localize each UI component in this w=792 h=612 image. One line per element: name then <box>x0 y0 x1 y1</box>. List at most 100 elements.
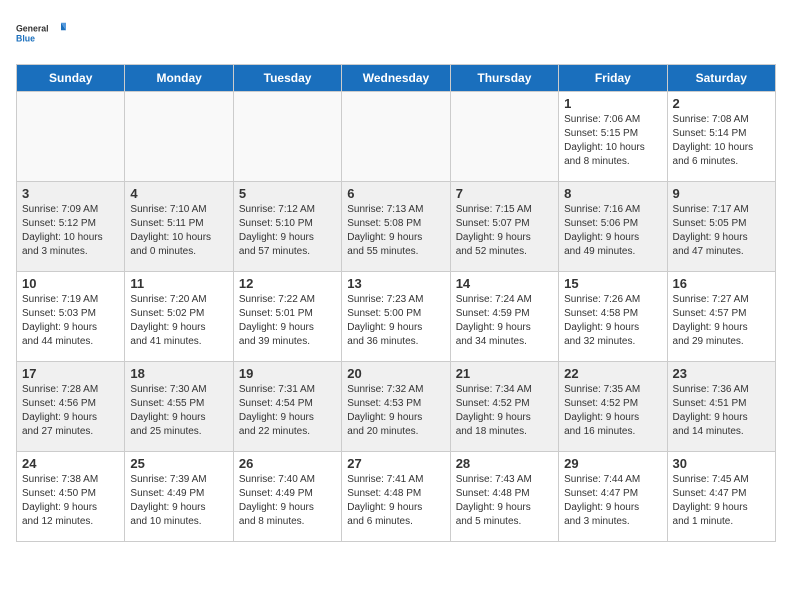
weekday-header-wednesday: Wednesday <box>342 65 450 92</box>
day-number: 8 <box>564 186 661 201</box>
day-number: 9 <box>673 186 770 201</box>
calendar-cell: 1 Sunrise: 7:06 AM Sunset: 5:15 PM Daylig… <box>559 92 667 182</box>
calendar-cell: 5Sunrise: 7:12 AM Sunset: 5:10 PM Daylig… <box>233 182 341 272</box>
day-info: Sunrise: 7:44 AM Sunset: 4:47 PM Dayligh… <box>564 473 661 529</box>
calendar-cell: 14Sunrise: 7:24 AM Sunset: 4:59 PM Dayli… <box>450 272 558 362</box>
day-number: 3 <box>22 186 119 201</box>
calendar-cell: 24 Sunrise: 7:38 AM Sunset: 4:50 PM Dayli… <box>17 452 125 542</box>
day-info: Sunrise: 7:36 AM Sunset: 4:51 PM Dayligh… <box>673 383 770 439</box>
weekday-header-row: SundayMondayTuesdayWednesdayThursdayFrid… <box>17 65 776 92</box>
day-info: Sunrise: 7:41 AM Sunset: 4:48 PM Dayligh… <box>347 473 444 529</box>
calendar-cell: 11 Sunrise: 7:20 AM Sunset: 5:02 PM Dayli… <box>125 272 233 362</box>
logo: General Blue <box>16 16 66 52</box>
day-number: 18 <box>130 366 227 381</box>
calendar-cell: 19Sunrise: 7:31 AM Sunset: 4:54 PM Dayli… <box>233 362 341 452</box>
day-number: 4 <box>130 186 227 201</box>
week-row-4: 24 Sunrise: 7:38 AM Sunset: 4:50 PM Dayli… <box>17 452 776 542</box>
calendar-cell: 25 Sunrise: 7:39 AM Sunset: 4:49 PM Dayli… <box>125 452 233 542</box>
day-info: Sunrise: 7:32 AM Sunset: 4:53 PM Dayligh… <box>347 383 444 439</box>
day-number: 23 <box>673 366 770 381</box>
day-info: Sunrise: 7:26 AM Sunset: 4:58 PM Dayligh… <box>564 293 661 349</box>
calendar-cell: 9Sunrise: 7:17 AM Sunset: 5:05 PM Daylig… <box>667 182 775 272</box>
day-number: 22 <box>564 366 661 381</box>
calendar-cell: 29 Sunrise: 7:44 AM Sunset: 4:47 PM Dayli… <box>559 452 667 542</box>
day-info: Sunrise: 7:35 AM Sunset: 4:52 PM Dayligh… <box>564 383 661 439</box>
calendar-cell: 20 Sunrise: 7:32 AM Sunset: 4:53 PM Dayli… <box>342 362 450 452</box>
svg-text:General: General <box>16 24 49 34</box>
day-number: 25 <box>130 456 227 471</box>
calendar-cell: 23 Sunrise: 7:36 AM Sunset: 4:51 PM Dayli… <box>667 362 775 452</box>
day-info: Sunrise: 7:45 AM Sunset: 4:47 PM Dayligh… <box>673 473 770 529</box>
calendar-cell: 30 Sunrise: 7:45 AM Sunset: 4:47 PM Dayli… <box>667 452 775 542</box>
day-number: 14 <box>456 276 553 291</box>
calendar-table: SundayMondayTuesdayWednesdayThursdayFrid… <box>16 64 776 542</box>
calendar-cell <box>450 92 558 182</box>
day-info: Sunrise: 7:15 AM Sunset: 5:07 PM Dayligh… <box>456 203 553 259</box>
day-number: 1 <box>564 96 661 111</box>
day-info: Sunrise: 7:28 AM Sunset: 4:56 PM Dayligh… <box>22 383 119 439</box>
calendar-cell <box>342 92 450 182</box>
day-number: 29 <box>564 456 661 471</box>
week-row-3: 17 Sunrise: 7:28 AM Sunset: 4:56 PM Dayli… <box>17 362 776 452</box>
week-row-1: 3 Sunrise: 7:09 AM Sunset: 5:12 PM Daylig… <box>17 182 776 272</box>
calendar-cell: 15 Sunrise: 7:26 AM Sunset: 4:58 PM Dayli… <box>559 272 667 362</box>
calendar-cell: 4Sunrise: 7:10 AM Sunset: 5:11 PM Daylig… <box>125 182 233 272</box>
day-info: Sunrise: 7:19 AM Sunset: 5:03 PM Dayligh… <box>22 293 119 349</box>
weekday-header-thursday: Thursday <box>450 65 558 92</box>
day-info: Sunrise: 7:12 AM Sunset: 5:10 PM Dayligh… <box>239 203 336 259</box>
day-info: Sunrise: 7:09 AM Sunset: 5:12 PM Dayligh… <box>22 203 119 259</box>
day-info: Sunrise: 7:23 AM Sunset: 5:00 PM Dayligh… <box>347 293 444 349</box>
day-info: Sunrise: 7:34 AM Sunset: 4:52 PM Dayligh… <box>456 383 553 439</box>
weekday-header-monday: Monday <box>125 65 233 92</box>
calendar-cell: 22 Sunrise: 7:35 AM Sunset: 4:52 PM Dayli… <box>559 362 667 452</box>
calendar-cell: 28 Sunrise: 7:43 AM Sunset: 4:48 PM Dayli… <box>450 452 558 542</box>
day-number: 2 <box>673 96 770 111</box>
day-info: Sunrise: 7:43 AM Sunset: 4:48 PM Dayligh… <box>456 473 553 529</box>
day-info: Sunrise: 7:20 AM Sunset: 5:02 PM Dayligh… <box>130 293 227 349</box>
day-info: Sunrise: 7:22 AM Sunset: 5:01 PM Dayligh… <box>239 293 336 349</box>
logo-svg: General Blue <box>16 16 66 52</box>
calendar-cell: 26 Sunrise: 7:40 AM Sunset: 4:49 PM Dayli… <box>233 452 341 542</box>
day-number: 20 <box>347 366 444 381</box>
calendar-cell: 2 Sunrise: 7:08 AM Sunset: 5:14 PM Daylig… <box>667 92 775 182</box>
calendar-cell: 7 Sunrise: 7:15 AM Sunset: 5:07 PM Daylig… <box>450 182 558 272</box>
day-number: 30 <box>673 456 770 471</box>
day-number: 26 <box>239 456 336 471</box>
weekday-header-saturday: Saturday <box>667 65 775 92</box>
day-info: Sunrise: 7:39 AM Sunset: 4:49 PM Dayligh… <box>130 473 227 529</box>
day-info: Sunrise: 7:40 AM Sunset: 4:49 PM Dayligh… <box>239 473 336 529</box>
week-row-2: 10 Sunrise: 7:19 AM Sunset: 5:03 PM Dayli… <box>17 272 776 362</box>
calendar-cell <box>125 92 233 182</box>
day-number: 12 <box>239 276 336 291</box>
calendar-cell <box>17 92 125 182</box>
day-info: Sunrise: 7:06 AM Sunset: 5:15 PM Dayligh… <box>564 113 661 169</box>
day-number: 28 <box>456 456 553 471</box>
calendar-cell: 13 Sunrise: 7:23 AM Sunset: 5:00 PM Dayli… <box>342 272 450 362</box>
day-info: Sunrise: 7:30 AM Sunset: 4:55 PM Dayligh… <box>130 383 227 439</box>
day-info: Sunrise: 7:31 AM Sunset: 4:54 PM Dayligh… <box>239 383 336 439</box>
day-number: 10 <box>22 276 119 291</box>
day-number: 24 <box>22 456 119 471</box>
week-row-0: 1 Sunrise: 7:06 AM Sunset: 5:15 PM Daylig… <box>17 92 776 182</box>
day-number: 21 <box>456 366 553 381</box>
day-number: 11 <box>130 276 227 291</box>
weekday-header-tuesday: Tuesday <box>233 65 341 92</box>
day-number: 17 <box>22 366 119 381</box>
calendar-cell: 12 Sunrise: 7:22 AM Sunset: 5:01 PM Dayli… <box>233 272 341 362</box>
day-info: Sunrise: 7:08 AM Sunset: 5:14 PM Dayligh… <box>673 113 770 169</box>
calendar-cell: 8Sunrise: 7:16 AM Sunset: 5:06 PM Daylig… <box>559 182 667 272</box>
calendar-cell: 16Sunrise: 7:27 AM Sunset: 4:57 PM Dayli… <box>667 272 775 362</box>
weekday-header-sunday: Sunday <box>17 65 125 92</box>
calendar-cell: 21 Sunrise: 7:34 AM Sunset: 4:52 PM Dayli… <box>450 362 558 452</box>
day-number: 13 <box>347 276 444 291</box>
day-number: 6 <box>347 186 444 201</box>
calendar-cell <box>233 92 341 182</box>
day-number: 27 <box>347 456 444 471</box>
day-number: 16 <box>673 276 770 291</box>
day-number: 7 <box>456 186 553 201</box>
day-info: Sunrise: 7:38 AM Sunset: 4:50 PM Dayligh… <box>22 473 119 529</box>
calendar-cell: 18 Sunrise: 7:30 AM Sunset: 4:55 PM Dayli… <box>125 362 233 452</box>
calendar-cell: 27 Sunrise: 7:41 AM Sunset: 4:48 PM Dayli… <box>342 452 450 542</box>
day-number: 15 <box>564 276 661 291</box>
header: General Blue <box>16 16 776 52</box>
